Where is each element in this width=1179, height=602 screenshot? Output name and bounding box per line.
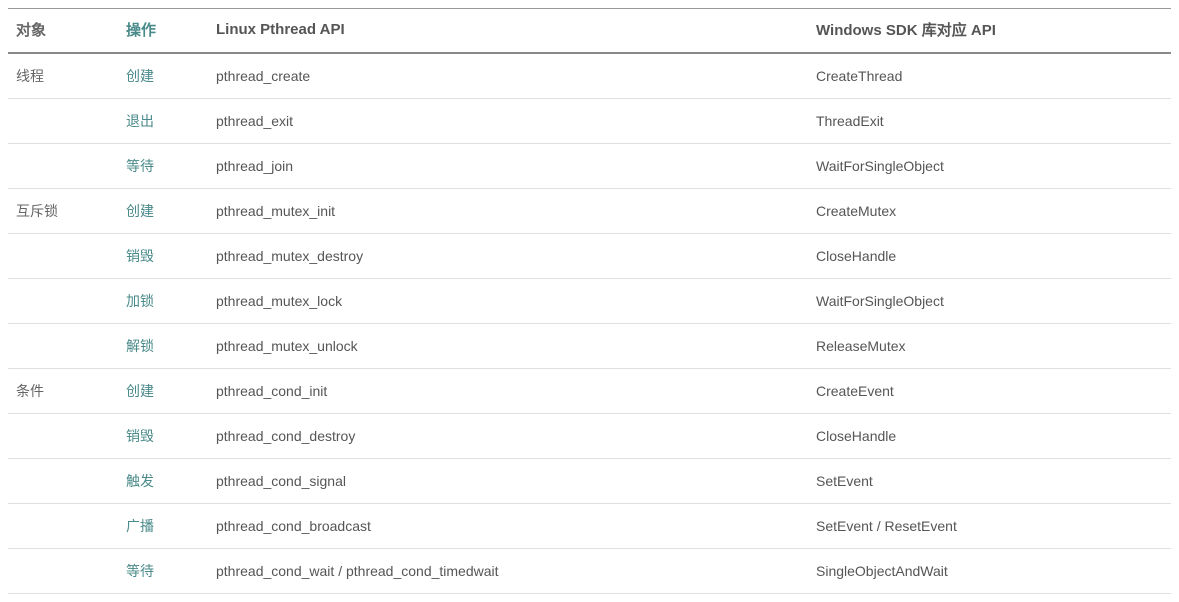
- table-row: 触发pthread_cond_signalSetEvent: [8, 459, 1171, 504]
- cell-object: [8, 549, 118, 594]
- cell-object: [8, 99, 118, 144]
- cell-action: 触发: [118, 459, 208, 504]
- cell-windows-api: WaitForSingleObject: [808, 279, 1171, 324]
- cell-action: 广播: [118, 504, 208, 549]
- cell-windows-api: CloseHandle: [808, 414, 1171, 459]
- cell-action: 等待: [118, 549, 208, 594]
- cell-linux-api: pthread_cond_signal: [208, 459, 808, 504]
- cell-windows-api: SingleObjectAndWait: [808, 549, 1171, 594]
- header-action: 操作: [118, 9, 208, 54]
- table-row: 互斥锁创建pthread_mutex_initCreateMutex: [8, 189, 1171, 234]
- table-row: 加锁pthread_mutex_lockWaitForSingleObject: [8, 279, 1171, 324]
- cell-linux-api: pthread_mutex_init: [208, 189, 808, 234]
- table-header-row: 对象 操作 Linux Pthread API Windows SDK 库对应 …: [8, 9, 1171, 54]
- table-row: 解锁pthread_mutex_unlockReleaseMutex: [8, 324, 1171, 369]
- table-row: 等待pthread_cond_wait / pthread_cond_timed…: [8, 549, 1171, 594]
- cell-linux-api: pthread_cond_wait / pthread_cond_timedwa…: [208, 549, 808, 594]
- api-comparison-table: 对象 操作 Linux Pthread API Windows SDK 库对应 …: [8, 8, 1171, 594]
- cell-object: [8, 234, 118, 279]
- cell-linux-api: pthread_join: [208, 144, 808, 189]
- cell-windows-api: CreateEvent: [808, 369, 1171, 414]
- table-row: 退出pthread_exitThreadExit: [8, 99, 1171, 144]
- cell-linux-api: pthread_mutex_lock: [208, 279, 808, 324]
- cell-linux-api: pthread_mutex_unlock: [208, 324, 808, 369]
- cell-object: [8, 144, 118, 189]
- cell-object: [8, 459, 118, 504]
- cell-action: 退出: [118, 99, 208, 144]
- cell-linux-api: pthread_cond_broadcast: [208, 504, 808, 549]
- cell-linux-api: pthread_create: [208, 53, 808, 99]
- cell-linux-api: pthread_mutex_destroy: [208, 234, 808, 279]
- cell-windows-api: SetEvent: [808, 459, 1171, 504]
- cell-action: 加锁: [118, 279, 208, 324]
- table-row: 广播pthread_cond_broadcastSetEvent / Reset…: [8, 504, 1171, 549]
- cell-action: 创建: [118, 189, 208, 234]
- cell-linux-api: pthread_cond_init: [208, 369, 808, 414]
- cell-action: 销毁: [118, 234, 208, 279]
- cell-windows-api: ReleaseMutex: [808, 324, 1171, 369]
- header-linux: Linux Pthread API: [208, 9, 808, 54]
- cell-object: 线程: [8, 53, 118, 99]
- cell-windows-api: WaitForSingleObject: [808, 144, 1171, 189]
- cell-windows-api: ThreadExit: [808, 99, 1171, 144]
- table-row: 销毁pthread_cond_destroyCloseHandle: [8, 414, 1171, 459]
- cell-action: 解锁: [118, 324, 208, 369]
- cell-action: 销毁: [118, 414, 208, 459]
- cell-action: 等待: [118, 144, 208, 189]
- cell-object: [8, 414, 118, 459]
- cell-action: 创建: [118, 53, 208, 99]
- cell-linux-api: pthread_exit: [208, 99, 808, 144]
- table-row: 线程创建pthread_createCreateThread: [8, 53, 1171, 99]
- cell-windows-api: CreateThread: [808, 53, 1171, 99]
- header-windows: Windows SDK 库对应 API: [808, 9, 1171, 54]
- table-row: 等待pthread_joinWaitForSingleObject: [8, 144, 1171, 189]
- cell-object: [8, 279, 118, 324]
- cell-windows-api: SetEvent / ResetEvent: [808, 504, 1171, 549]
- header-object: 对象: [8, 9, 118, 54]
- cell-object: 互斥锁: [8, 189, 118, 234]
- cell-object: [8, 324, 118, 369]
- cell-action: 创建: [118, 369, 208, 414]
- table-row: 条件创建pthread_cond_initCreateEvent: [8, 369, 1171, 414]
- cell-object: 条件: [8, 369, 118, 414]
- cell-linux-api: pthread_cond_destroy: [208, 414, 808, 459]
- cell-object: [8, 504, 118, 549]
- table-row: 销毁pthread_mutex_destroyCloseHandle: [8, 234, 1171, 279]
- cell-windows-api: CreateMutex: [808, 189, 1171, 234]
- cell-windows-api: CloseHandle: [808, 234, 1171, 279]
